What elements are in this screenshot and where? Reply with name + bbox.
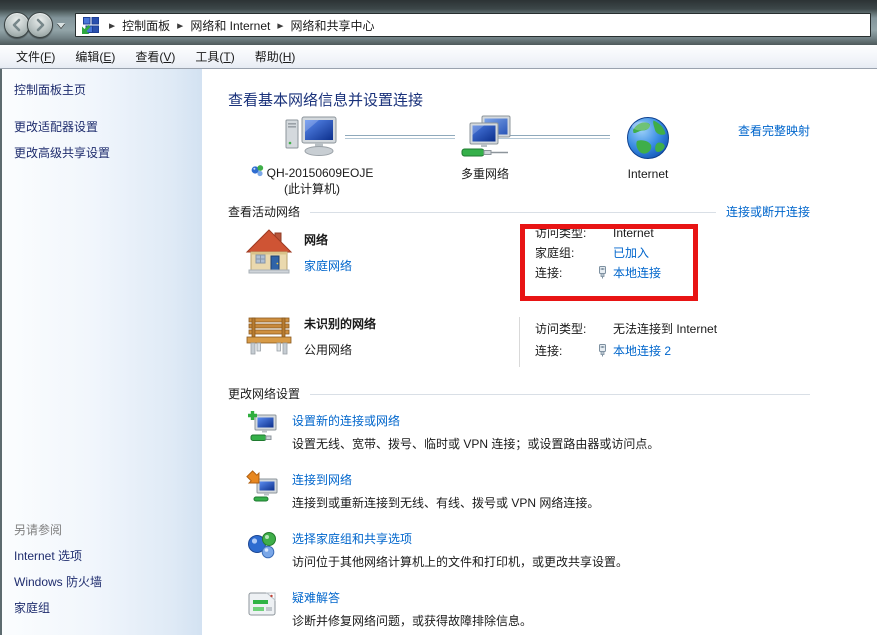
computer-icon: [285, 115, 339, 162]
connect-to-network-link[interactable]: 连接到网络: [292, 473, 352, 487]
breadcrumb-item-network-internet[interactable]: 网络和 Internet: [190, 17, 270, 34]
menu-view[interactable]: 查看(V): [125, 45, 185, 68]
details-divider: [519, 317, 520, 367]
map-computer-name: QH-20150609EOJE: [267, 165, 374, 181]
breadcrumb-item-control-panel[interactable]: 控制面板: [122, 17, 170, 34]
ethernet-plug-icon: [596, 344, 609, 361]
address-bar[interactable]: ▶ 控制面板 ▶ 网络和 Internet ▶ 网络和共享中心: [75, 13, 871, 37]
sidebar-item-control-panel-home[interactable]: 控制面板主页: [14, 83, 194, 98]
local-connection-2-link[interactable]: 本地连接 2: [613, 344, 671, 358]
network-sharing-center-window: ▶ 控制面板 ▶ 网络和 Internet ▶ 网络和共享中心 文件(F) 编辑…: [0, 0, 877, 635]
breadcrumb-separator-icon: ▶: [270, 21, 290, 29]
homegroup-label: 家庭组:: [535, 246, 613, 261]
task-description: 设置无线、宽带、拨号、临时或 VPN 连接；或设置路由器或访问点。: [292, 436, 659, 452]
task-description: 连接到或重新连接到无线、有线、拨号或 VPN 网络连接。: [292, 495, 599, 511]
menu-help[interactable]: 帮助(H): [245, 45, 306, 68]
navigation-buttons: [4, 12, 70, 38]
task-choose-homegroup: 选择家庭组和共享选项 访问位于其他网络计算机上的文件和打印机，或更改共享设置。: [246, 529, 810, 570]
multiple-networks-icon: [458, 115, 512, 164]
local-connection-link[interactable]: 本地连接: [613, 266, 661, 280]
active-network-home: 网络 家庭网络 访问类型:Internet 家庭组:已加入 连接:本地连接: [228, 225, 810, 309]
forward-button[interactable]: [27, 12, 53, 38]
breadcrumb-separator-icon: ▶: [102, 21, 122, 29]
map-multiple-networks-label: 多重网络: [461, 166, 509, 182]
troubleshoot-icon: [246, 588, 278, 620]
public-network-bench-icon: [244, 311, 294, 362]
main-content: 查看基本网络信息并设置连接: [202, 69, 877, 635]
section-rule: [310, 394, 810, 395]
sidebar-item-change-advanced-sharing[interactable]: 更改高级共享设置: [14, 146, 194, 161]
network-map: QH-20150609EOJE (此计算机): [228, 115, 810, 199]
homegroup-joined-link[interactable]: 已加入: [613, 246, 649, 260]
arrow-right-icon: [33, 18, 47, 32]
map-node-multiple-networks: 多重网络: [430, 115, 540, 182]
see-also-header: 另请参阅: [14, 521, 194, 538]
troubleshoot-link[interactable]: 疑难解答: [292, 591, 340, 605]
network-center-icon: [82, 16, 100, 34]
menu-bar: 文件(F) 编辑(E) 查看(V) 工具(T) 帮助(H): [0, 45, 877, 69]
home-network-house-icon: [244, 227, 294, 280]
access-type-value: 无法连接到 Internet: [613, 322, 717, 336]
menu-tools[interactable]: 工具(T): [185, 45, 244, 68]
task-description: 访问位于其他网络计算机上的文件和打印机，或更改共享设置。: [292, 554, 628, 570]
homegroup-icon: [246, 529, 278, 561]
sidebar-item-change-adapter-settings[interactable]: 更改适配器设置: [14, 120, 194, 135]
homegroup-mini-icon: [251, 164, 264, 181]
task-description: 诊断并修复网络问题，或获得故障排除信息。: [292, 613, 532, 629]
connect-disconnect-link[interactable]: 连接或断开连接: [726, 203, 810, 221]
menu-file[interactable]: 文件(F): [6, 45, 65, 68]
sidebar-item-windows-firewall[interactable]: Windows 防火墙: [14, 575, 194, 590]
public-network-category: 公用网络: [304, 341, 352, 358]
connect-network-icon: [246, 470, 278, 502]
task-connect-to-network: 连接到网络 连接到或重新连接到无线、有线、拨号或 VPN 网络连接。: [246, 470, 810, 511]
network-name: 未识别的网络: [304, 316, 376, 332]
recent-pages-dropdown-icon[interactable]: [57, 23, 65, 28]
map-node-this-computer: QH-20150609EOJE (此计算机): [222, 115, 402, 197]
setup-new-connection-link[interactable]: 设置新的连接或网络: [292, 414, 400, 428]
sidebar: 控制面板主页 更改适配器设置 更改高级共享设置 另请参阅 Internet 选项…: [2, 69, 202, 635]
task-setup-new-connection: 设置新的连接或网络 设置无线、宽带、拨号、临时或 VPN 连接；或设置路由器或访…: [246, 411, 810, 452]
access-type-label: 访问类型:: [535, 226, 613, 241]
map-node-internet: Internet: [590, 115, 706, 182]
section-header-change-network-settings: 更改网络设置: [228, 385, 300, 403]
map-computer-subtitle: (此计算机): [222, 181, 402, 197]
view-full-map-link[interactable]: 查看完整映射: [738, 122, 810, 139]
title-bar: ▶ 控制面板 ▶ 网络和 Internet ▶ 网络和共享中心: [0, 0, 877, 45]
page-title: 查看基本网络信息并设置连接: [228, 91, 810, 111]
arrow-left-icon: [10, 18, 24, 32]
sidebar-item-internet-options[interactable]: Internet 选项: [14, 549, 194, 564]
choose-homegroup-link[interactable]: 选择家庭组和共享选项: [292, 532, 412, 546]
map-internet-label: Internet: [628, 166, 669, 182]
internet-globe-icon: [625, 115, 671, 164]
network-name: 网络: [304, 232, 352, 248]
access-type-label: 访问类型:: [535, 322, 613, 337]
task-troubleshoot: 疑难解答 诊断并修复网络问题，或获得故障排除信息。: [246, 588, 810, 629]
ethernet-plug-icon: [596, 266, 609, 283]
menu-edit[interactable]: 编辑(E): [65, 45, 125, 68]
access-type-value: Internet: [613, 226, 654, 240]
breadcrumb-item-network-sharing-center[interactable]: 网络和共享中心: [291, 17, 375, 34]
home-network-category-link[interactable]: 家庭网络: [304, 257, 352, 274]
new-connection-icon: [246, 411, 278, 443]
section-header-active-networks: 查看活动网络: [228, 203, 300, 221]
active-network-unidentified: 未识别的网络 公用网络 访问类型:无法连接到 Internet 连接:本地连接 …: [228, 309, 810, 381]
breadcrumb-separator-icon: ▶: [170, 21, 190, 29]
section-rule: [310, 212, 716, 213]
sidebar-item-homegroup[interactable]: 家庭组: [14, 601, 194, 616]
